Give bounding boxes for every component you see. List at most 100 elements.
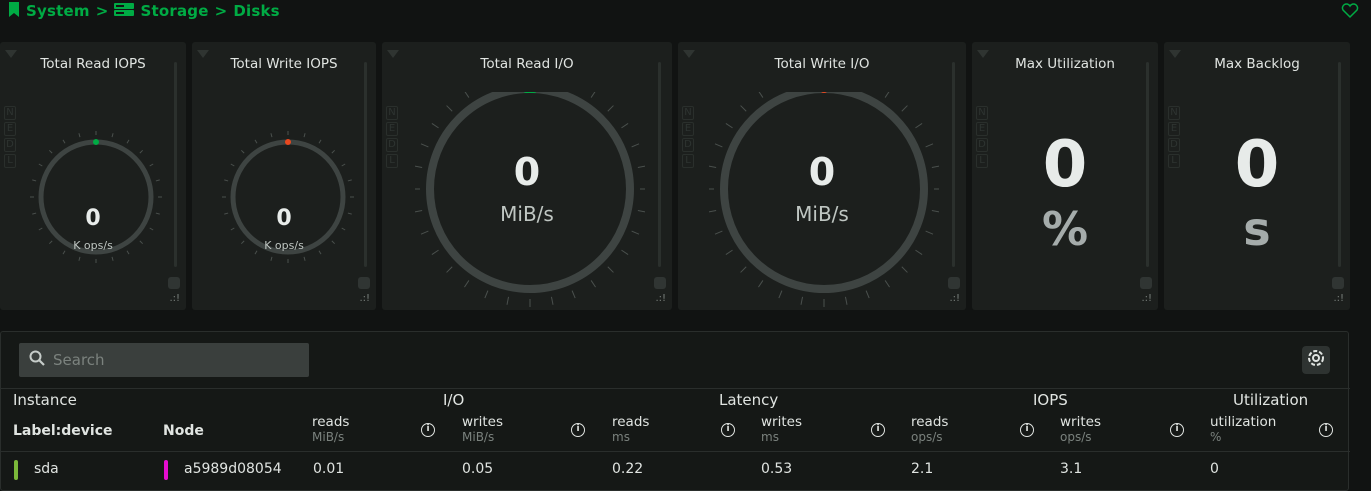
cell-utilization: 0 (1210, 461, 1219, 477)
letter-l[interactable]: L (4, 154, 16, 168)
card-footer: .:! (1140, 277, 1152, 304)
col-label-device[interactable]: Label:device (13, 414, 113, 448)
letter-n[interactable]: N (682, 106, 694, 120)
gauge-marker (285, 139, 291, 145)
gauge-tick (621, 249, 629, 255)
info-icon[interactable]: i (871, 423, 885, 437)
gauge-tick (925, 230, 934, 235)
breadcrumb-system[interactable]: System (26, 2, 90, 20)
gauge-tick (758, 280, 764, 288)
gauge-tick (48, 149, 53, 154)
gauge-tick (571, 290, 576, 299)
resize-handle-icon[interactable]: .:! (169, 293, 180, 304)
info-icon[interactable]: i (571, 423, 585, 437)
netdata-icon[interactable] (948, 277, 960, 289)
resize-handle-icon[interactable]: .:! (1141, 293, 1152, 304)
col-io-writes[interactable]: writes MiB/s i (462, 414, 592, 444)
resize-handle-icon[interactable]: .:! (949, 293, 960, 304)
col-iops-writes[interactable]: writes ops/s i (1060, 414, 1190, 444)
cell-iops-reads: 2.1 (911, 461, 934, 477)
gauge-tick (32, 179, 37, 182)
gauge-tick (78, 256, 81, 261)
gauge-tick (714, 230, 723, 235)
gauge-tick (420, 143, 429, 148)
info-icon[interactable]: i (1170, 423, 1184, 437)
gauge-tick (778, 290, 783, 299)
letter-n[interactable]: N (976, 106, 988, 120)
card-total-write-io: N E D L Total Write I/O 0 MiB/s .:! (678, 42, 966, 310)
gauge-tick (884, 280, 890, 288)
group-iops: IOPS (1033, 391, 1068, 409)
storage-icon (114, 2, 135, 21)
settings-button[interactable] (1302, 346, 1330, 374)
netdata-icon[interactable] (358, 277, 370, 289)
col-utilization[interactable]: utilization% i (1210, 414, 1340, 444)
max-backlog-value: 0 (1234, 128, 1280, 202)
col-iops-reads[interactable]: reads ops/s i (911, 414, 1041, 444)
info-icon[interactable]: i (1020, 423, 1034, 437)
letter-e[interactable]: E (682, 122, 694, 136)
gauge-tick (925, 143, 934, 148)
gauge-tick (607, 266, 614, 273)
letter-n[interactable]: N (4, 106, 16, 120)
group-io: I/O (443, 391, 465, 409)
gauge-tick (111, 133, 114, 138)
netdata-icon[interactable] (654, 277, 666, 289)
scroll-bar[interactable] (174, 62, 177, 267)
card-title: Max Utilization (1015, 56, 1115, 72)
card-footer: .:! (1332, 277, 1344, 304)
letter-d[interactable]: D (4, 138, 16, 152)
disks-table-panel: Instance I/O Latency IOPS Utilization La… (0, 331, 1350, 491)
resize-handle-icon[interactable]: .:! (359, 293, 370, 304)
gauge-tick (230, 163, 235, 167)
netdata-icon[interactable] (1332, 277, 1344, 289)
search-box[interactable] (19, 343, 309, 377)
card-title: Total Read I/O (480, 56, 574, 72)
card-footer: .:! (168, 277, 180, 304)
gauge-tick (800, 296, 804, 305)
breadcrumb-storage[interactable]: Storage (140, 2, 208, 20)
scroll-bar[interactable] (364, 62, 367, 267)
letter-e[interactable]: E (4, 122, 16, 136)
info-icon[interactable]: i (1319, 423, 1333, 437)
card-total-read-io: N E D L Total Read I/O 0 MiB/s .:! (382, 42, 672, 310)
gauge-tick (901, 105, 908, 112)
gauge-tick (270, 256, 273, 261)
search-input[interactable] (53, 351, 293, 369)
letter-n[interactable]: N (386, 106, 398, 120)
max-utilization-unit: % (1041, 202, 1089, 256)
gauge-tick (431, 123, 439, 129)
gauge-tick (758, 92, 764, 98)
col-io-reads[interactable]: reads MiB/s i (312, 414, 442, 444)
gauge-tick (62, 139, 66, 144)
breadcrumb-disks[interactable]: Disks (233, 2, 279, 20)
netdata-icon[interactable] (168, 277, 180, 289)
info-icon[interactable]: i (721, 423, 735, 437)
col-latency-writes[interactable]: writes ms i (761, 414, 891, 444)
col-latency-reads[interactable]: reads ms i (612, 414, 742, 444)
info-icon[interactable]: i (421, 423, 435, 437)
gauge-tick (78, 133, 81, 138)
breadcrumb: System > Storage > Disks (8, 0, 280, 22)
card-title: Total Write I/O (774, 56, 870, 72)
table-row[interactable]: sda a5989d08054 0.01 0.05 0.22 0.53 2.1 … (1, 454, 1350, 488)
gauge-tick (303, 256, 306, 261)
gauge-tick (607, 105, 614, 112)
resize-handle-icon[interactable]: .:! (655, 293, 666, 304)
group-latency: Latency (719, 391, 779, 409)
cell-latency-reads: 0.22 (612, 461, 644, 477)
max-utilization-value: 0 (1042, 128, 1088, 202)
gauge-tick (111, 256, 114, 261)
gauge-tick (446, 266, 453, 273)
resize-handle-icon[interactable]: .:! (1333, 293, 1344, 304)
gauge-marker (93, 139, 99, 145)
letter-n[interactable]: N (1168, 106, 1180, 120)
card-max-backlog: N E D L Max Backlog 0 s .:! (1164, 42, 1350, 310)
gauge-tick (714, 143, 723, 148)
heart-icon[interactable] (1341, 3, 1359, 23)
col-node[interactable]: Node (163, 414, 204, 448)
netdata-icon[interactable] (1140, 277, 1152, 289)
gauge-tick (254, 139, 258, 144)
gauge-tick (139, 149, 144, 154)
letter-e[interactable]: E (386, 122, 398, 136)
